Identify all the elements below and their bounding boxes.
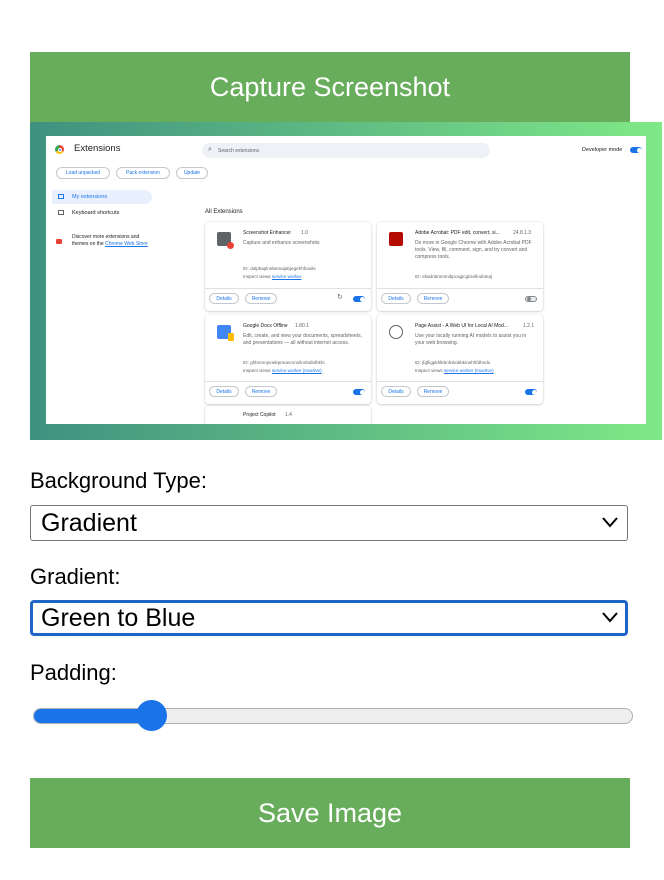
details-button: Details [209, 293, 239, 304]
extension-description: Do more in Google Chrome with Adobe Acro… [415, 240, 532, 260]
extension-enabled-toggle [353, 389, 365, 395]
keyboard-icon [58, 210, 64, 215]
background-type-value: Gradient [41, 509, 137, 537]
update-button: Update [176, 167, 208, 179]
remove-button: Remove [245, 293, 277, 304]
chrome-logo-icon [55, 145, 64, 154]
gradient-label: Gradient: [30, 564, 121, 589]
details-button: Details [209, 386, 239, 397]
search-placeholder: Search extensions [218, 148, 260, 154]
details-button: Details [381, 293, 411, 304]
extension-description: Edit, create, and view your documents, s… [243, 333, 362, 346]
remove-button: Remove [417, 293, 449, 304]
padding-slider-thumb[interactable] [136, 700, 168, 731]
extensions-search: ⌕ Search extensions [202, 143, 490, 158]
chrome-web-store-link: Chrome Web Store [105, 240, 148, 247]
extension-card-project-copilot: Project Copilot 1.4 [205, 406, 371, 424]
extension-id: ID: efaidnbmnnnibpcajpcglclefindmkaj [415, 274, 493, 279]
background-type-label: Background Type: [30, 468, 207, 493]
chevron-down-icon [602, 517, 618, 528]
padding-label: Padding: [30, 660, 117, 685]
sidebar-item-keyboard-shortcuts: Keyboard shortcuts [52, 206, 152, 220]
pack-extension-button: Pack extension [116, 167, 170, 179]
extension-id: ID: ghbmnnjooekpmoecnnnilnnbdlolhkhi [243, 360, 325, 365]
save-image-button[interactable]: Save Image [30, 778, 630, 848]
extension-inspect-views: Inspect views service worker (Inactive) [415, 368, 494, 373]
extension-version: 1.2.1 [523, 323, 535, 329]
extension-description: Use your locally running AI models to as… [415, 333, 527, 346]
extension-inspect-views: Inspect views service worker (Inactive) [243, 368, 322, 373]
developer-mode-toggle [630, 147, 642, 153]
extension-enabled-toggle [525, 389, 537, 395]
background-type-select[interactable]: Gradient [30, 505, 628, 541]
web-store-icon [56, 239, 62, 244]
extension-name: Screenshot Enhancer [243, 230, 292, 236]
extension-id: ID: jfgfiigpkhlkbnfnbobbkinehhfdhndo [415, 360, 491, 365]
extension-card-screenshot-enhancer: Screenshot Enhancer 1.0 Capture and enha… [205, 222, 371, 311]
adobe-acrobat-icon [389, 232, 403, 246]
padding-slider-fill [34, 709, 153, 723]
capture-screenshot-button[interactable]: Capture Screenshot [30, 52, 630, 122]
extension-version: 1.80.1 [295, 323, 309, 329]
remove-button: Remove [417, 386, 449, 397]
search-icon: ⌕ [208, 146, 212, 153]
extension-version: 24.8.1.3 [513, 230, 532, 236]
extension-card-adobe-acrobat: Adobe Acrobat: PDF edit, convert, si... … [377, 222, 543, 311]
extension-description: Capture and enhance screenshots [243, 240, 320, 246]
padding-slider-track[interactable] [33, 708, 633, 724]
reload-icon: ↻ [337, 294, 343, 301]
page-assist-icon [389, 325, 403, 339]
extension-id: ID: dolpkaplnebemajabjegehhfoioiki [243, 266, 316, 271]
screenshot-preview: Extensions ⌕ Search extensions Developer… [30, 122, 662, 440]
gradient-select[interactable]: Green to Blue [30, 600, 628, 636]
extension-name: Page Assist - A Web UI for Local AI Mod.… [415, 323, 509, 329]
screenshot-enhancer-icon [217, 232, 234, 249]
captured-extensions-page: Extensions ⌕ Search extensions Developer… [46, 136, 646, 424]
sidebar-item-label: Keyboard shortcuts [72, 210, 120, 216]
extension-name: Google Docs Offline [243, 323, 288, 329]
extension-enabled-toggle [353, 296, 365, 302]
extension-name: Project Copilot [243, 412, 276, 418]
extension-version: 1.0 [301, 230, 308, 236]
all-extensions-heading: All Extensions [205, 209, 243, 215]
load-unpacked-button: Load unpacked [56, 167, 110, 179]
extension-inspect-views: Inspect views service worker [243, 274, 302, 279]
extension-version: 1.4 [285, 412, 292, 418]
extensions-title: Extensions [74, 143, 121, 154]
details-button: Details [381, 386, 411, 397]
sidebar-item-my-extensions: My extensions [52, 190, 152, 204]
sidebar-item-label: My extensions [72, 194, 108, 200]
discover-more-text: Discover more extensions and themes on t… [72, 234, 148, 247]
developer-mode-label: Developer mode [582, 147, 623, 153]
gradient-value: Green to Blue [41, 604, 196, 632]
google-docs-icon [217, 325, 234, 341]
extension-enabled-toggle [525, 296, 537, 302]
remove-button: Remove [245, 386, 277, 397]
extension-card-google-docs-offline: Google Docs Offline 1.80.1 Edit, create,… [205, 315, 371, 404]
extension-card-page-assist: Page Assist - A Web UI for Local AI Mod.… [377, 315, 543, 404]
extension-name: Adobe Acrobat: PDF edit, convert, si... [415, 230, 500, 236]
extensions-header: Extensions ⌕ Search extensions Developer… [46, 136, 646, 162]
chevron-down-icon [602, 612, 618, 623]
puzzle-icon [58, 194, 64, 199]
